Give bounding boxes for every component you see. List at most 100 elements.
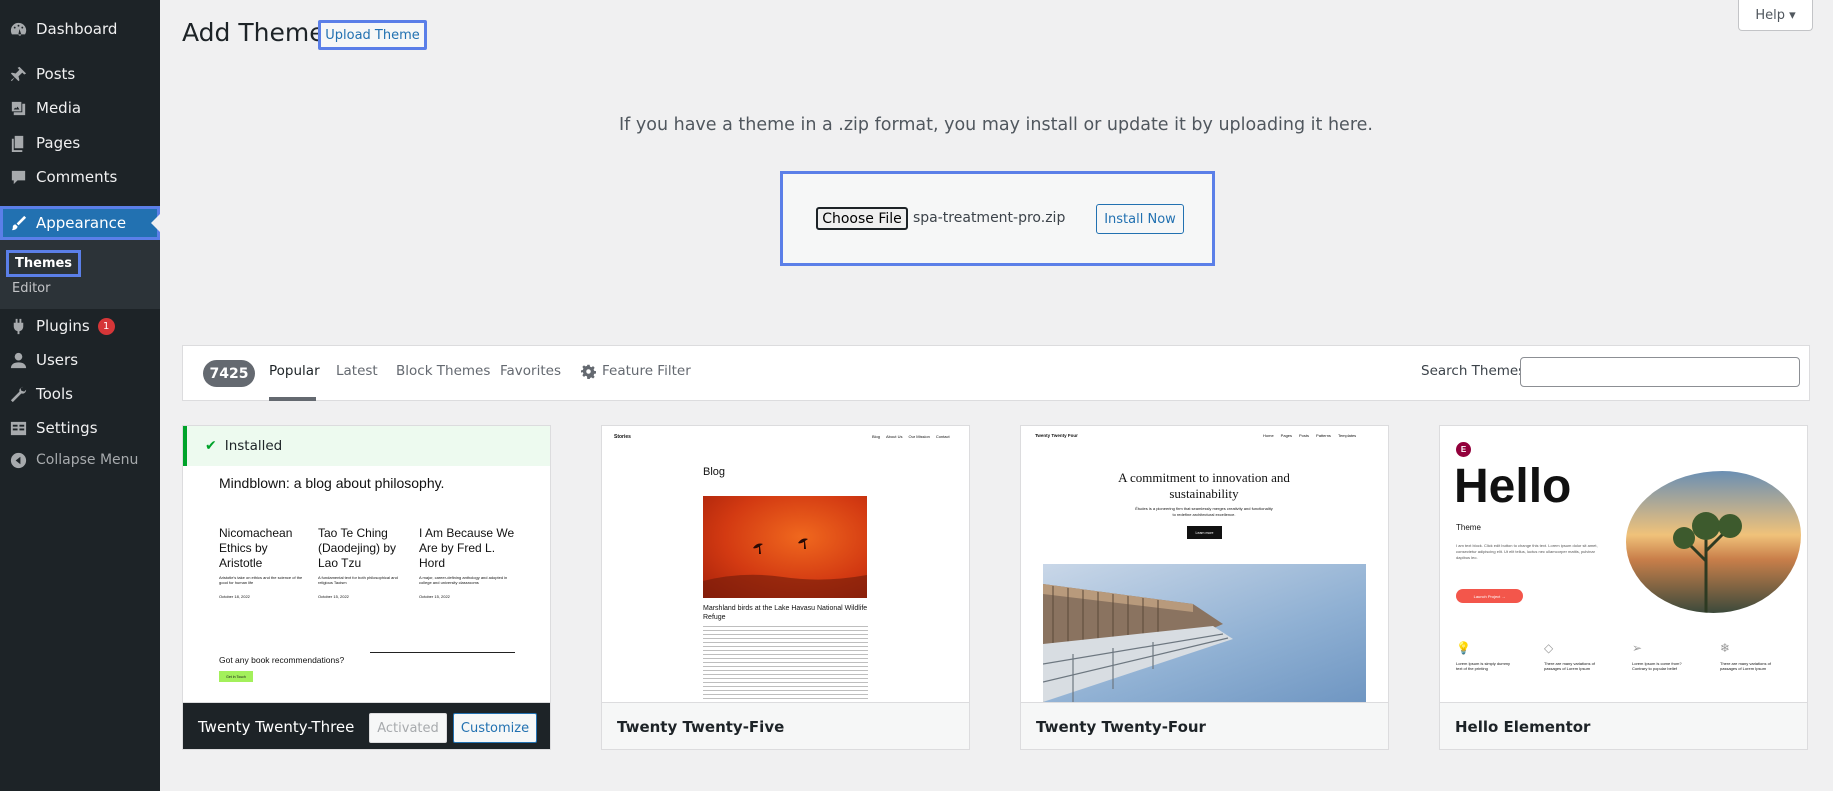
theme-screenshot[interactable]: Stories Blog About Us Our Mission Contac…: [602, 426, 969, 702]
preview-feature: ❄ There are many variations of passages …: [1720, 641, 1800, 671]
preview-body-text: [703, 626, 868, 701]
preview-post-title: Tao Te Ching (Daodejing) by Lao Tzu: [318, 526, 397, 570]
preview-building-image: [1043, 564, 1366, 702]
sidebar-item-label: Appearance: [36, 214, 127, 232]
theme-footer: Twenty Twenty-Four: [1021, 702, 1388, 749]
appearance-submenu: Themes Editor: [0, 240, 160, 309]
sidebar-item-label: Dashboard: [36, 20, 118, 38]
sidebar-item-plugins[interactable]: Plugins 1: [0, 309, 160, 343]
preview-nav: Home Pages Posts Patterns Templates: [1263, 433, 1356, 438]
preview-heading: Blog: [703, 466, 726, 478]
customize-button[interactable]: Customize: [453, 713, 537, 743]
admin-sidebar: Dashboard Posts Media Pages Comments App…: [0, 0, 160, 791]
media-icon: [0, 99, 36, 118]
theme-card-hello-elementor[interactable]: E Hello Theme I am text block. Click edi…: [1439, 425, 1808, 750]
plugin-icon: [0, 317, 36, 336]
feature-filter-button[interactable]: Feature Filter: [581, 363, 691, 379]
checkmark-icon: ✔: [205, 438, 217, 454]
preview-feature: 💡 Lorem Ipsum is simply dummy text of th…: [1456, 641, 1544, 671]
elementor-logo: E: [1456, 442, 1471, 457]
sidebar-item-settings[interactable]: Settings: [0, 411, 160, 445]
feature-filter-label: Feature Filter: [602, 363, 691, 379]
preview-post-title: I Am Because We Are by Fred L. Hord: [419, 526, 515, 570]
preview-nav-item: Contact: [935, 434, 950, 439]
theme-name: Twenty Twenty-Three: [198, 718, 355, 736]
preview-nav-item: Our Mission: [908, 434, 930, 439]
preview-nav-item: Home: [1263, 433, 1274, 438]
search-themes-input[interactable]: [1520, 357, 1800, 387]
theme-count-badge: 7425: [203, 360, 255, 387]
submenu-item-editor[interactable]: Editor: [12, 281, 50, 296]
collapse-menu-button[interactable]: Collapse Menu: [0, 443, 160, 477]
preview-feature: ➢ Lorem Ipsum is come from? Contrary to …: [1632, 641, 1720, 671]
paper-plane-icon: ➢: [1632, 641, 1643, 655]
theme-screenshot[interactable]: Mindblown: a blog about philosophy. Nico…: [183, 426, 550, 702]
preview-feature-text: Lorem Ipsum is come from? Contrary to po…: [1632, 661, 1682, 671]
install-now-button[interactable]: Install Now: [1096, 204, 1184, 234]
building-icon: [1043, 584, 1233, 702]
theme-footer: Twenty Twenty-Three Activated Customize: [183, 702, 550, 749]
bulb-icon: 💡: [1456, 641, 1471, 655]
sidebar-item-label: Plugins: [36, 317, 90, 335]
upload-instructions: If you have a theme in a .zip format, yo…: [619, 115, 1373, 135]
selected-file-name: spa-treatment-pro.zip: [913, 210, 1066, 226]
installed-notice: ✔ Installed: [183, 426, 550, 466]
brush-icon: [0, 214, 36, 233]
help-button[interactable]: Help ▾: [1738, 0, 1813, 31]
choose-file-button[interactable]: Choose File: [816, 207, 908, 230]
upload-theme-button[interactable]: Upload Theme: [318, 20, 427, 50]
sidebar-item-media[interactable]: Media: [0, 91, 160, 125]
preview-cta: Launch Project →: [1456, 589, 1523, 603]
theme-card-twenty-twenty-three[interactable]: ✔ Installed Mindblown: a blog about phil…: [182, 425, 551, 750]
bird-silhouette-icon: [703, 538, 867, 598]
sidebar-item-dashboard[interactable]: Dashboard: [0, 12, 160, 46]
preview-heading: Hello: [1454, 460, 1572, 513]
preview-text: Études is a pioneering firm that seamles…: [1135, 506, 1273, 517]
preview-nav-item: Posts: [1299, 433, 1310, 438]
dashboard-icon: [0, 20, 36, 39]
theme-name: Twenty Twenty-Five: [617, 718, 785, 736]
theme-card-twenty-twenty-five[interactable]: Stories Blog About Us Our Mission Contac…: [601, 425, 970, 750]
sidebar-item-pages[interactable]: Pages: [0, 126, 160, 160]
upload-form: Choose File spa-treatment-pro.zip Instal…: [780, 171, 1215, 266]
preview-post-excerpt: A major, career-defining anthology and a…: [419, 575, 508, 585]
tab-popular[interactable]: Popular: [269, 363, 320, 379]
theme-name: Twenty Twenty-Four: [1036, 718, 1206, 736]
theme-footer: Twenty Twenty-Five: [602, 702, 969, 749]
sidebar-item-label: Users: [36, 351, 79, 369]
sidebar-item-posts[interactable]: Posts: [0, 57, 160, 91]
sidebar-item-users[interactable]: Users: [0, 343, 160, 377]
submenu-item-themes[interactable]: Themes: [6, 250, 82, 277]
sidebar-item-tools[interactable]: Tools: [0, 377, 160, 411]
theme-screenshot[interactable]: Twenty Twenty Four Home Pages Posts Patt…: [1021, 426, 1388, 702]
pin-icon: [0, 65, 36, 84]
activated-button: Activated: [369, 713, 447, 743]
sidebar-item-label: Media: [36, 99, 82, 117]
cactus-icon: [1673, 512, 1742, 613]
preview-subheading: Theme: [1456, 523, 1481, 532]
preview-birds-image: [703, 496, 867, 598]
page-title: Add Themes: [182, 18, 338, 47]
preview-post-title: Nicomachean Ethics by Aristotle: [219, 526, 293, 570]
preview-question: Got any book recommendations?: [219, 655, 345, 665]
tab-favorites[interactable]: Favorites: [500, 363, 561, 379]
preview-feature-text: There are many variations of passages of…: [1544, 661, 1595, 671]
preview-nav-item: Pages: [1280, 433, 1293, 438]
preview-feature: ◇ There are many variations of passages …: [1544, 641, 1632, 671]
sidebar-item-label: Pages: [36, 134, 81, 152]
preview-nav-item: Templates: [1337, 433, 1357, 438]
theme-card-twenty-twenty-four[interactable]: Twenty Twenty Four Home Pages Posts Patt…: [1020, 425, 1389, 750]
sidebar-item-appearance[interactable]: Appearance: [0, 206, 160, 240]
preview-post-excerpt: A fundamental text for both philosophica…: [318, 575, 398, 585]
preview-post-excerpt: Aristotle's take on ethics and the scien…: [219, 575, 303, 585]
theme-screenshot[interactable]: E Hello Theme I am text block. Click edi…: [1440, 426, 1807, 702]
sidebar-item-label: Posts: [36, 65, 76, 83]
tab-block-themes[interactable]: Block Themes: [396, 363, 490, 379]
preview-site-title: Twenty Twenty Four: [1035, 433, 1078, 438]
sidebar-item-comments[interactable]: Comments: [0, 160, 160, 194]
sidebar-item-label: Comments: [36, 168, 118, 186]
settings-icon: [0, 419, 36, 438]
tab-latest[interactable]: Latest: [336, 363, 378, 379]
preview-caption: Marshland birds at the Lake Havasu Natio…: [703, 605, 868, 621]
gear-icon: [581, 364, 596, 379]
